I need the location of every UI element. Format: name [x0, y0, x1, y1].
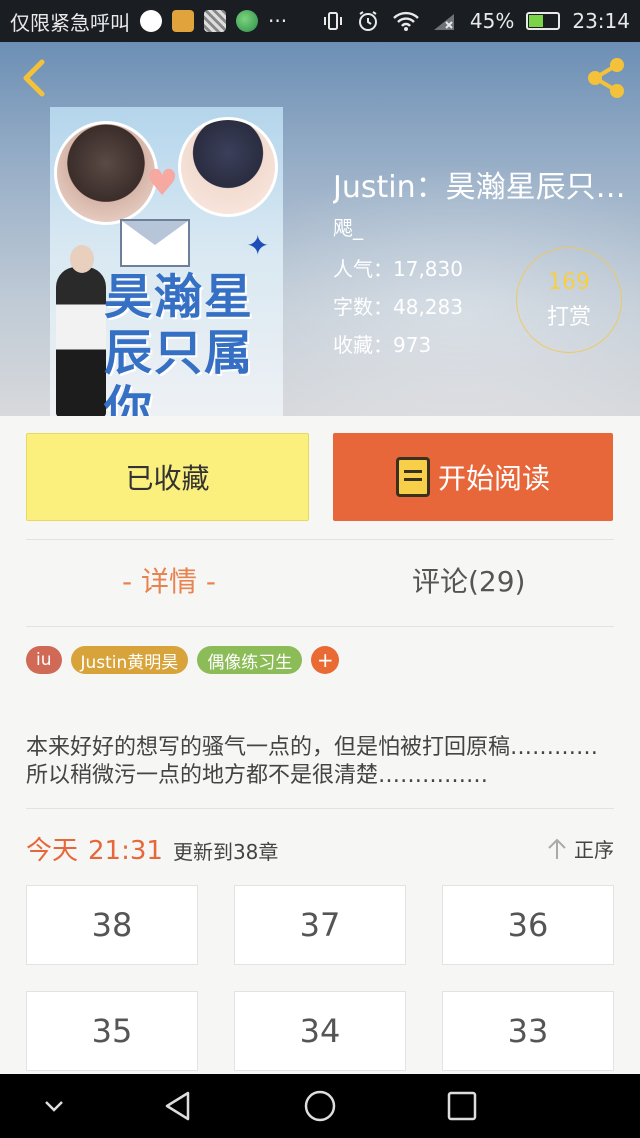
chapter-grid: 38 37 36 35 34 33 [26, 885, 614, 1071]
chapter-button[interactable]: 37 [234, 885, 406, 965]
book-author[interactable]: 飔_ [333, 212, 363, 241]
book-description: 本来好好的想写的骚气一点的，但是怕被打回原稿…………所以稍微污一点的地方都不是很… [26, 735, 599, 788]
chapter-button[interactable]: 38 [26, 885, 198, 965]
chapter-button[interactable]: 34 [234, 991, 406, 1071]
battery-icon [526, 12, 561, 30]
back-button[interactable] [14, 56, 58, 100]
battery-percent: 45% [469, 9, 515, 33]
update-time: 21:31 [88, 836, 163, 866]
book-stats: 人气： 17,830 字数： 48,283 收藏： 973 [333, 250, 463, 364]
home-circle-icon[interactable] [302, 1088, 338, 1124]
wifi-icon [393, 11, 419, 31]
add-tag-button[interactable]: + [311, 646, 340, 674]
cover-figure [56, 245, 106, 416]
qq-icon [140, 10, 162, 32]
book-header: ♥ ✦ 昊瀚星辰只属你 Justin：昊瀚星辰只… 飔_ 人气： 17,830 字… [0, 42, 640, 416]
book-icon [395, 457, 430, 497]
butterfly-icon: ✦ [246, 229, 270, 262]
reward-count: 169 [548, 269, 590, 295]
reward-button[interactable]: 169 打赏 [516, 247, 622, 353]
tab-comments[interactable]: 评论(29) [412, 560, 525, 600]
update-info: 今天 21:31 更新到38章 [26, 830, 278, 867]
alarm-icon [358, 11, 377, 31]
clock: 23:14 [572, 9, 630, 33]
more-notifications-icon: ··· [268, 9, 288, 33]
tag-justin[interactable]: Justin黄明昊 [70, 646, 189, 674]
recent-apps-square-icon[interactable] [444, 1088, 480, 1124]
stat-popularity: 人气： 17,830 [333, 257, 463, 281]
chapter-button[interactable]: 33 [442, 991, 614, 1071]
status-bar: 仅限紧急呼叫 ··· 45% 23:14 [0, 0, 640, 42]
book-cover-image[interactable]: ♥ ✦ 昊瀚星辰只属你 [50, 107, 283, 416]
cover-portrait-right [178, 117, 278, 217]
sort-order-button[interactable]: 正序 [546, 834, 614, 863]
update-day: 今天 [26, 836, 79, 866]
arrow-up-icon [548, 838, 566, 859]
start-reading-button[interactable]: 开始阅读 [333, 433, 613, 521]
tag-list: iu Justin黄明昊 偶像练习生 + [26, 646, 340, 674]
stat-word-count: 字数： 48,283 [333, 295, 463, 319]
chevron-left-icon [23, 59, 45, 97]
divider [26, 626, 614, 627]
share-button[interactable] [582, 54, 630, 102]
system-navigation-bar [0, 1074, 640, 1138]
key-icon [172, 10, 194, 32]
tag-iu[interactable]: iu [26, 646, 62, 674]
reward-label: 打赏 [546, 304, 591, 330]
qr-code-icon [204, 10, 226, 32]
tag-idol-trainee[interactable]: 偶像练习生 [197, 646, 303, 674]
chapter-button[interactable]: 36 [442, 885, 614, 965]
signal-icon [433, 14, 454, 30]
update-text: 更新到38章 [172, 840, 279, 864]
collected-button[interactable]: 已收藏 [26, 433, 309, 521]
cover-portrait-left [54, 121, 158, 225]
share-icon [588, 58, 624, 98]
book-detail-page: 仅限紧急呼叫 ··· 45% 23:14 ♥ ✦ 昊瀚星辰只属你 Justin：… [0, 0, 640, 1138]
sort-order-label: 正序 [574, 838, 614, 862]
cover-title-art: 昊瀚星辰只属你 [104, 269, 255, 416]
globe-icon [236, 10, 258, 32]
stat-favorites: 收藏： 973 [333, 333, 432, 357]
back-triangle-icon[interactable] [160, 1088, 196, 1124]
vibrate-icon [323, 12, 342, 30]
hide-keyboard-chevron-icon[interactable] [36, 1088, 72, 1124]
envelope-icon [120, 219, 190, 267]
heart-icon: ♥ [146, 163, 179, 204]
divider [26, 539, 614, 540]
start-reading-label: 开始阅读 [437, 462, 550, 495]
book-title: Justin：昊瀚星辰只… [333, 170, 626, 205]
chapter-button[interactable]: 35 [26, 991, 198, 1071]
tab-detail[interactable]: - 详情 - [122, 560, 216, 600]
divider [26, 808, 614, 809]
collected-label: 已收藏 [125, 462, 210, 495]
status-notice: 仅限紧急呼叫 [10, 10, 130, 35]
